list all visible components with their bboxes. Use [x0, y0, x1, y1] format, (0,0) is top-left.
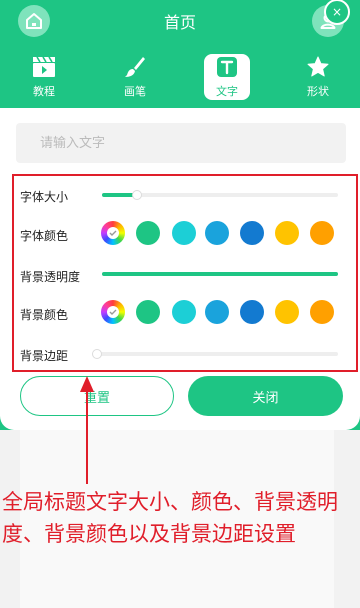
- close-badge[interactable]: ×: [324, 0, 350, 25]
- profile-button[interactable]: ×: [312, 0, 350, 37]
- tab-label: 画笔: [124, 85, 146, 98]
- brush-icon: [125, 57, 145, 77]
- check-icon: [109, 230, 117, 236]
- color-swatch[interactable]: [240, 300, 264, 324]
- tab-shape[interactable]: 形状: [291, 54, 345, 102]
- bg-color-label: 背景颜色: [20, 308, 69, 322]
- tab-label: 文字: [216, 85, 238, 98]
- bg-padding-slider-knob[interactable]: [92, 349, 102, 359]
- tool-tabs: 教程 画笔 文字 形状: [0, 54, 360, 102]
- reset-button[interactable]: 重置: [20, 376, 174, 416]
- color-swatch[interactable]: [275, 300, 299, 324]
- font-size-label: 字体大小: [20, 190, 69, 204]
- page-title: 首页: [163, 13, 196, 32]
- color-swatch[interactable]: [240, 221, 264, 245]
- annotation-text: 全局标题文字大小、颜色、背景透明度、背景颜色以及背景边距设置: [2, 490, 338, 546]
- font-size-slider-knob[interactable]: [132, 190, 142, 200]
- color-swatch[interactable]: [275, 221, 299, 245]
- color-swatch[interactable]: [136, 300, 160, 324]
- close-button[interactable]: 关闭: [188, 376, 343, 416]
- color-swatch[interactable]: [172, 300, 196, 324]
- color-swatch[interactable]: [205, 300, 229, 324]
- color-swatch[interactable]: [136, 221, 160, 245]
- color-swatch[interactable]: [310, 300, 334, 324]
- tab-brush[interactable]: 画笔: [108, 54, 162, 102]
- tab-label: 教程: [33, 85, 55, 98]
- bg-opacity-label: 背景透明度: [20, 270, 81, 284]
- color-picker-wheel[interactable]: [101, 300, 125, 324]
- check-icon: [109, 309, 117, 315]
- tab-text[interactable]: 文字: [204, 54, 250, 100]
- color-picker-wheel[interactable]: [101, 221, 125, 245]
- color-swatch[interactable]: [172, 221, 196, 245]
- bg-padding-slider[interactable]: [92, 352, 338, 356]
- text-tool-icon: [217, 57, 237, 77]
- font-color-label: 字体颜色: [20, 229, 69, 243]
- star-icon: [307, 56, 329, 77]
- top-header: 首页 × 教程 画笔 文字 形状: [0, 0, 360, 108]
- color-swatch[interactable]: [205, 221, 229, 245]
- clapperboard-icon: [33, 56, 55, 77]
- color-swatch[interactable]: [310, 221, 334, 245]
- tab-label: 形状: [307, 85, 329, 98]
- bg-padding-label: 背景边距: [20, 349, 69, 363]
- bg-opacity-slider-fill: [102, 272, 338, 276]
- tab-tutorial[interactable]: 教程: [17, 54, 71, 102]
- text-input[interactable]: [16, 123, 346, 163]
